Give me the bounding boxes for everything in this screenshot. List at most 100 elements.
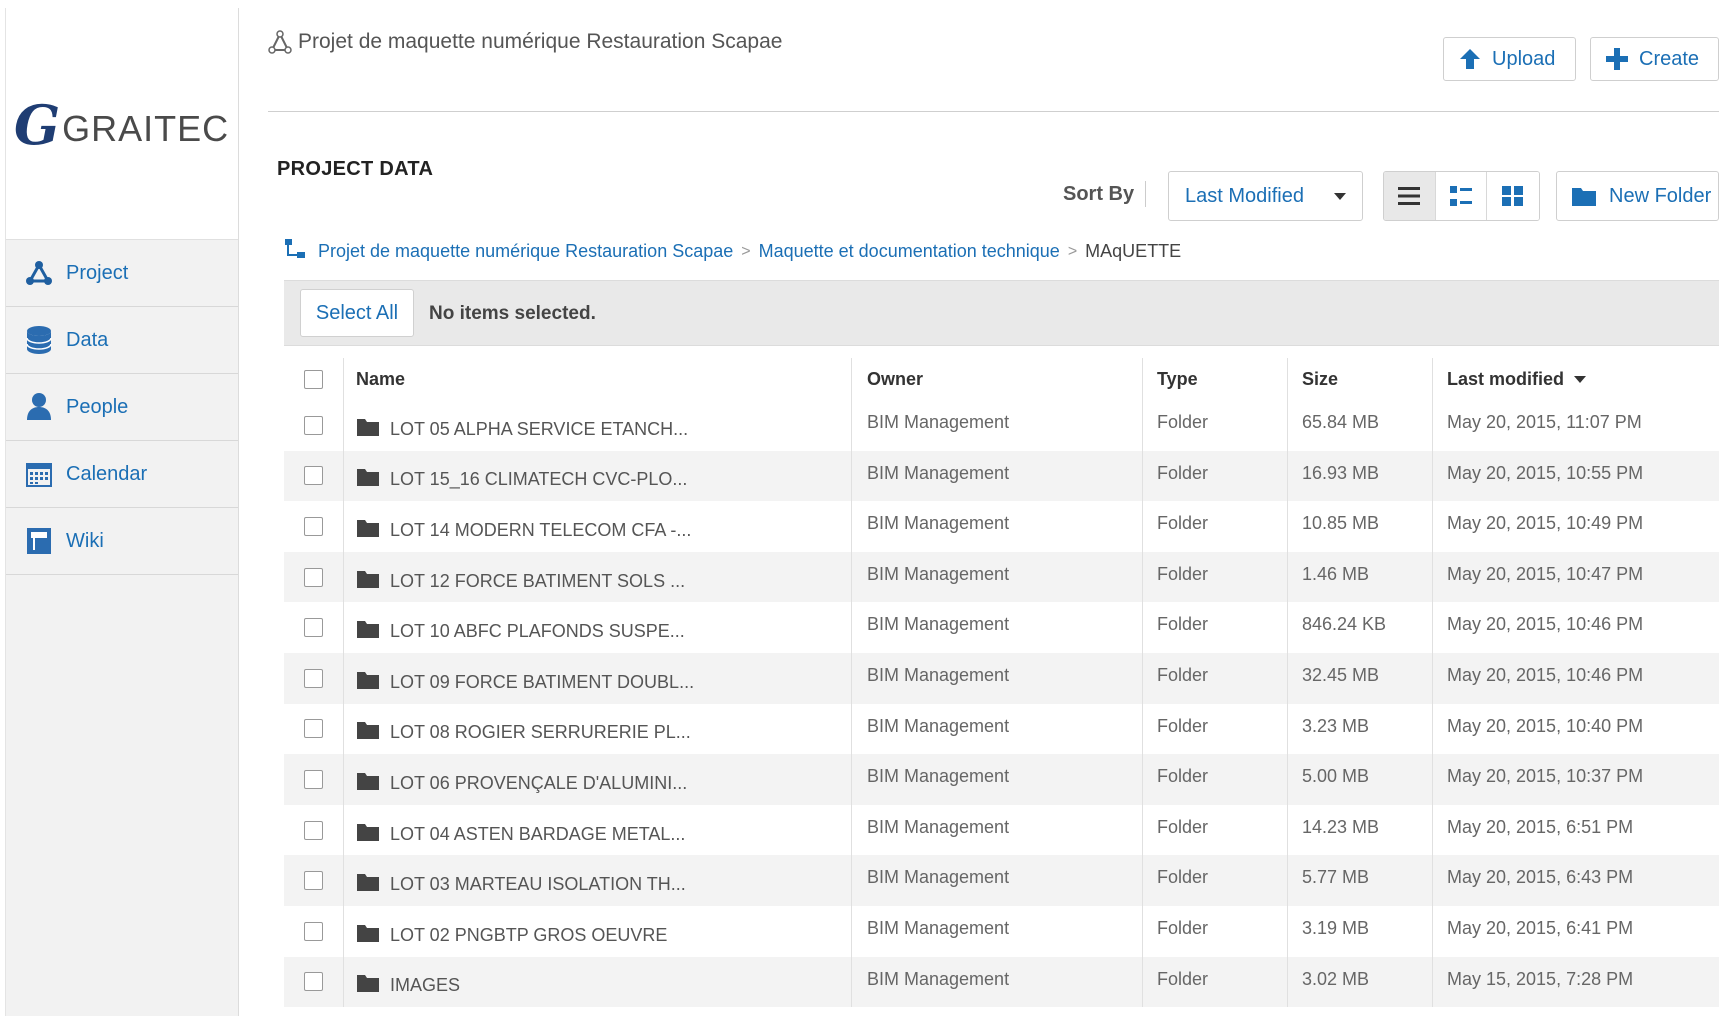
new-folder-button[interactable]: New Folder: [1556, 171, 1719, 221]
select-all-button[interactable]: Select All: [300, 289, 414, 337]
row-owner: BIM Management: [852, 905, 1143, 957]
selection-bar: Select All No items selected.: [284, 280, 1719, 346]
column-header-size[interactable]: Size: [1288, 358, 1433, 400]
row-name[interactable]: LOT 15_16 CLIMATECH CVC-PLO...: [390, 469, 687, 490]
database-icon: [24, 325, 54, 355]
row-name-cell[interactable]: IMAGES: [344, 956, 852, 1008]
sidebar-item-project[interactable]: Project: [6, 240, 238, 307]
list-view-button[interactable]: [1384, 172, 1436, 220]
row-name[interactable]: IMAGES: [390, 975, 460, 996]
folder-tree-icon: [284, 238, 306, 265]
select-all-checkbox[interactable]: [304, 369, 323, 389]
row-checkbox[interactable]: [304, 769, 323, 789]
row-checkbox[interactable]: [304, 719, 323, 739]
row-name-cell[interactable]: LOT 02 PNGBTP GROS OEUVRE: [344, 905, 852, 957]
table-row[interactable]: IMAGES BIM Management Folder 3.02 MB May 15,…: [284, 956, 1719, 1008]
row-checkbox-cell: [284, 956, 344, 1008]
row-checkbox[interactable]: [304, 668, 323, 688]
row-name-cell[interactable]: LOT 04 ASTEN BARDAGE METAL...: [344, 804, 852, 856]
sidebar-item-wiki[interactable]: Wiki: [6, 508, 238, 575]
arrow-up-icon: [1460, 49, 1480, 69]
row-size: 32.45 MB: [1288, 652, 1433, 704]
folder-icon: [1572, 188, 1596, 206]
row-name-cell[interactable]: LOT 10 ABFC PLAFONDS SUSPE...: [344, 602, 852, 653]
row-name[interactable]: LOT 04 ASTEN BARDAGE METAL...: [390, 824, 685, 845]
row-name[interactable]: LOT 09 FORCE BATIMENT DOUBL...: [390, 672, 694, 693]
table-row[interactable]: LOT 10 ABFC PLAFONDS SUSPE... BIM Managem…: [284, 602, 1719, 653]
row-name[interactable]: LOT 05 ALPHA SERVICE ETANCH...: [390, 419, 688, 440]
table-row[interactable]: LOT 06 PROVENÇALE D'ALUMINI... BIM Manage…: [284, 754, 1719, 805]
table-row[interactable]: LOT 08 ROGIER SERRURERIE PL... BIM Manage…: [284, 703, 1719, 755]
detail-list-view-button[interactable]: [1435, 172, 1488, 220]
sidebar-item-data[interactable]: Data: [6, 307, 238, 374]
row-name[interactable]: LOT 08 ROGIER SERRURERIE PL...: [390, 722, 691, 743]
sidebar-item-label: Calendar: [66, 462, 148, 485]
row-name[interactable]: LOT 10 ABFC PLAFONDS SUSPE...: [390, 621, 685, 642]
project-icon: [268, 30, 292, 54]
row-checkbox[interactable]: [304, 618, 323, 638]
sidebar-item-label: Data: [66, 328, 109, 351]
row-name[interactable]: LOT 12 FORCE BATIMENT SOLS ...: [390, 571, 685, 592]
row-name-cell[interactable]: LOT 15_16 CLIMATECH CVC-PLO...: [344, 450, 852, 502]
row-checkbox[interactable]: [304, 567, 323, 587]
column-header-name[interactable]: Name: [344, 358, 852, 400]
create-button[interactable]: Create: [1590, 37, 1719, 81]
upload-button[interactable]: Upload: [1443, 37, 1576, 81]
row-name[interactable]: LOT 03 MARTEAU ISOLATION TH...: [390, 874, 686, 895]
row-name[interactable]: LOT 14 MODERN TELECOM CFA -...: [390, 520, 691, 541]
row-checkbox[interactable]: [304, 466, 323, 486]
row-name-cell[interactable]: LOT 03 MARTEAU ISOLATION TH...: [344, 855, 852, 906]
row-name-cell[interactable]: LOT 08 ROGIER SERRURERIE PL...: [344, 703, 852, 755]
folder-icon: [356, 973, 380, 998]
table-row[interactable]: LOT 03 MARTEAU ISOLATION TH... BIM Manage…: [284, 855, 1719, 906]
row-size: 14.23 MB: [1288, 804, 1433, 856]
table-row[interactable]: LOT 15_16 CLIMATECH CVC-PLO... BIM Manage…: [284, 450, 1719, 502]
row-checkbox[interactable]: [304, 516, 323, 536]
column-header-type[interactable]: Type: [1143, 358, 1288, 400]
row-name-cell[interactable]: LOT 12 FORCE BATIMENT SOLS ...: [344, 551, 852, 603]
row-name-cell[interactable]: LOT 14 MODERN TELECOM CFA -...: [344, 501, 852, 552]
column-header-owner[interactable]: Owner: [852, 358, 1143, 400]
sidebar-item-label: Wiki: [66, 529, 104, 552]
row-owner: BIM Management: [852, 450, 1143, 502]
row-owner: BIM Management: [852, 703, 1143, 755]
sort-label: Sort By: [1063, 183, 1135, 205]
row-size: 846.24 KB: [1288, 602, 1433, 653]
grid-view-button[interactable]: [1487, 172, 1539, 220]
row-owner: BIM Management: [852, 956, 1143, 1008]
table-row[interactable]: LOT 09 FORCE BATIMENT DOUBL... BIM Manage…: [284, 652, 1719, 704]
row-checkbox[interactable]: [304, 921, 323, 941]
sort-dropdown[interactable]: Last Modified: [1168, 171, 1363, 221]
sidebar-item-people[interactable]: People: [6, 374, 238, 441]
row-last-modified: May 20, 2015, 6:51 PM: [1447, 816, 1634, 837]
table-row[interactable]: LOT 05 ALPHA SERVICE ETANCH... BIM Manage…: [284, 400, 1719, 451]
sort-desc-icon: [1574, 375, 1587, 383]
row-checkbox-cell: [284, 602, 344, 653]
sidebar-nav: Project Data People Calendar Wiki: [6, 240, 238, 575]
row-name[interactable]: LOT 06 PROVENÇALE D'ALUMINI...: [390, 773, 687, 794]
project-icon: [24, 258, 54, 288]
column-header-last-modified[interactable]: Last modified: [1433, 358, 1719, 400]
table-row[interactable]: LOT 14 MODERN TELECOM CFA -... BIM Manage…: [284, 501, 1719, 552]
folder-icon: [356, 417, 380, 442]
row-name[interactable]: LOT 02 PNGBTP GROS OEUVRE: [390, 925, 667, 946]
graitec-logo[interactable]: G GRAITEC: [14, 98, 229, 152]
folder-icon: [356, 771, 380, 796]
row-name-cell[interactable]: LOT 09 FORCE BATIMENT DOUBL...: [344, 652, 852, 704]
table-row[interactable]: LOT 04 ASTEN BARDAGE METAL... BIM Managem…: [284, 804, 1719, 856]
table-row[interactable]: LOT 12 FORCE BATIMENT SOLS ... BIM Manage…: [284, 551, 1719, 603]
breadcrumb-link-folder[interactable]: Maquette et documentation technique: [759, 241, 1060, 262]
row-name-cell[interactable]: LOT 05 ALPHA SERVICE ETANCH...: [344, 400, 852, 451]
row-checkbox[interactable]: [304, 871, 323, 891]
breadcrumb-current: MAqUETTE: [1085, 241, 1182, 261]
row-checkbox[interactable]: [304, 972, 323, 992]
table-row[interactable]: LOT 02 PNGBTP GROS OEUVRE BIM Management F…: [284, 905, 1719, 957]
row-checkbox[interactable]: [304, 820, 323, 840]
breadcrumb-link-project[interactable]: Projet de maquette numérique Restauratio…: [318, 241, 733, 262]
project-title: Projet de maquette numérique Restauratio…: [268, 30, 782, 54]
row-checkbox[interactable]: [304, 415, 323, 435]
row-type: Folder: [1143, 703, 1288, 755]
row-last-modified: May 15, 2015, 7:28 PM: [1447, 968, 1634, 989]
sidebar-item-calendar[interactable]: Calendar: [6, 441, 238, 508]
row-name-cell[interactable]: LOT 06 PROVENÇALE D'ALUMINI...: [344, 754, 852, 805]
